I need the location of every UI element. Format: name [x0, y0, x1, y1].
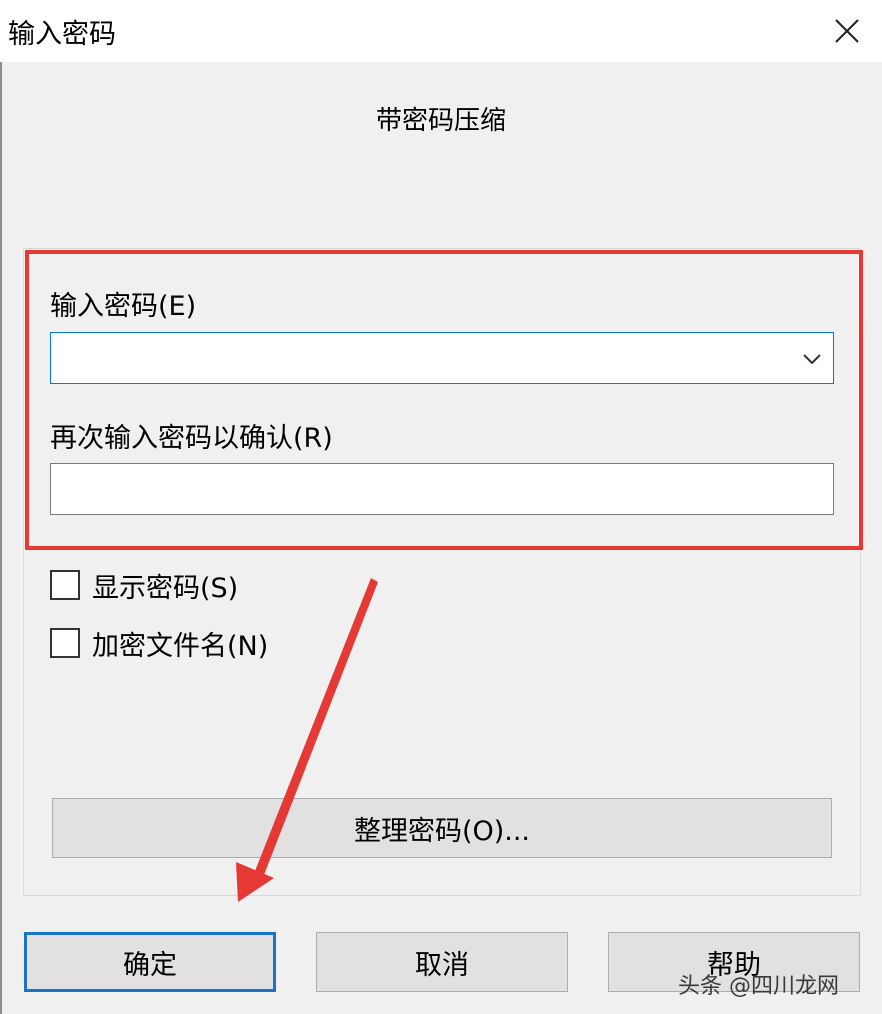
- show-password-checkbox[interactable]: [50, 570, 80, 600]
- close-icon: [835, 19, 859, 43]
- encrypt-filenames-checkbox[interactable]: [50, 628, 80, 658]
- cancel-button[interactable]: 取消: [316, 932, 568, 992]
- highlight-box: [25, 250, 863, 550]
- show-password-option[interactable]: 显示密码(S): [50, 568, 239, 604]
- close-button[interactable]: [812, 0, 882, 62]
- ok-button[interactable]: 确定: [24, 932, 276, 992]
- show-password-label: 显示密码(S): [92, 572, 239, 604]
- window-title: 输入密码: [8, 19, 116, 50]
- dialog-heading: 带密码压缩: [375, 106, 506, 136]
- encrypt-filenames-option[interactable]: 加密文件名(N): [50, 626, 269, 662]
- title-bar: 输入密码: [0, 0, 882, 62]
- encrypt-filenames-label: 加密文件名(N): [92, 630, 269, 662]
- organize-passwords-button[interactable]: 整理密码(O)...: [52, 798, 832, 858]
- watermark-text: 头条 @四川龙网: [678, 974, 839, 999]
- window-left-border: [0, 62, 2, 1014]
